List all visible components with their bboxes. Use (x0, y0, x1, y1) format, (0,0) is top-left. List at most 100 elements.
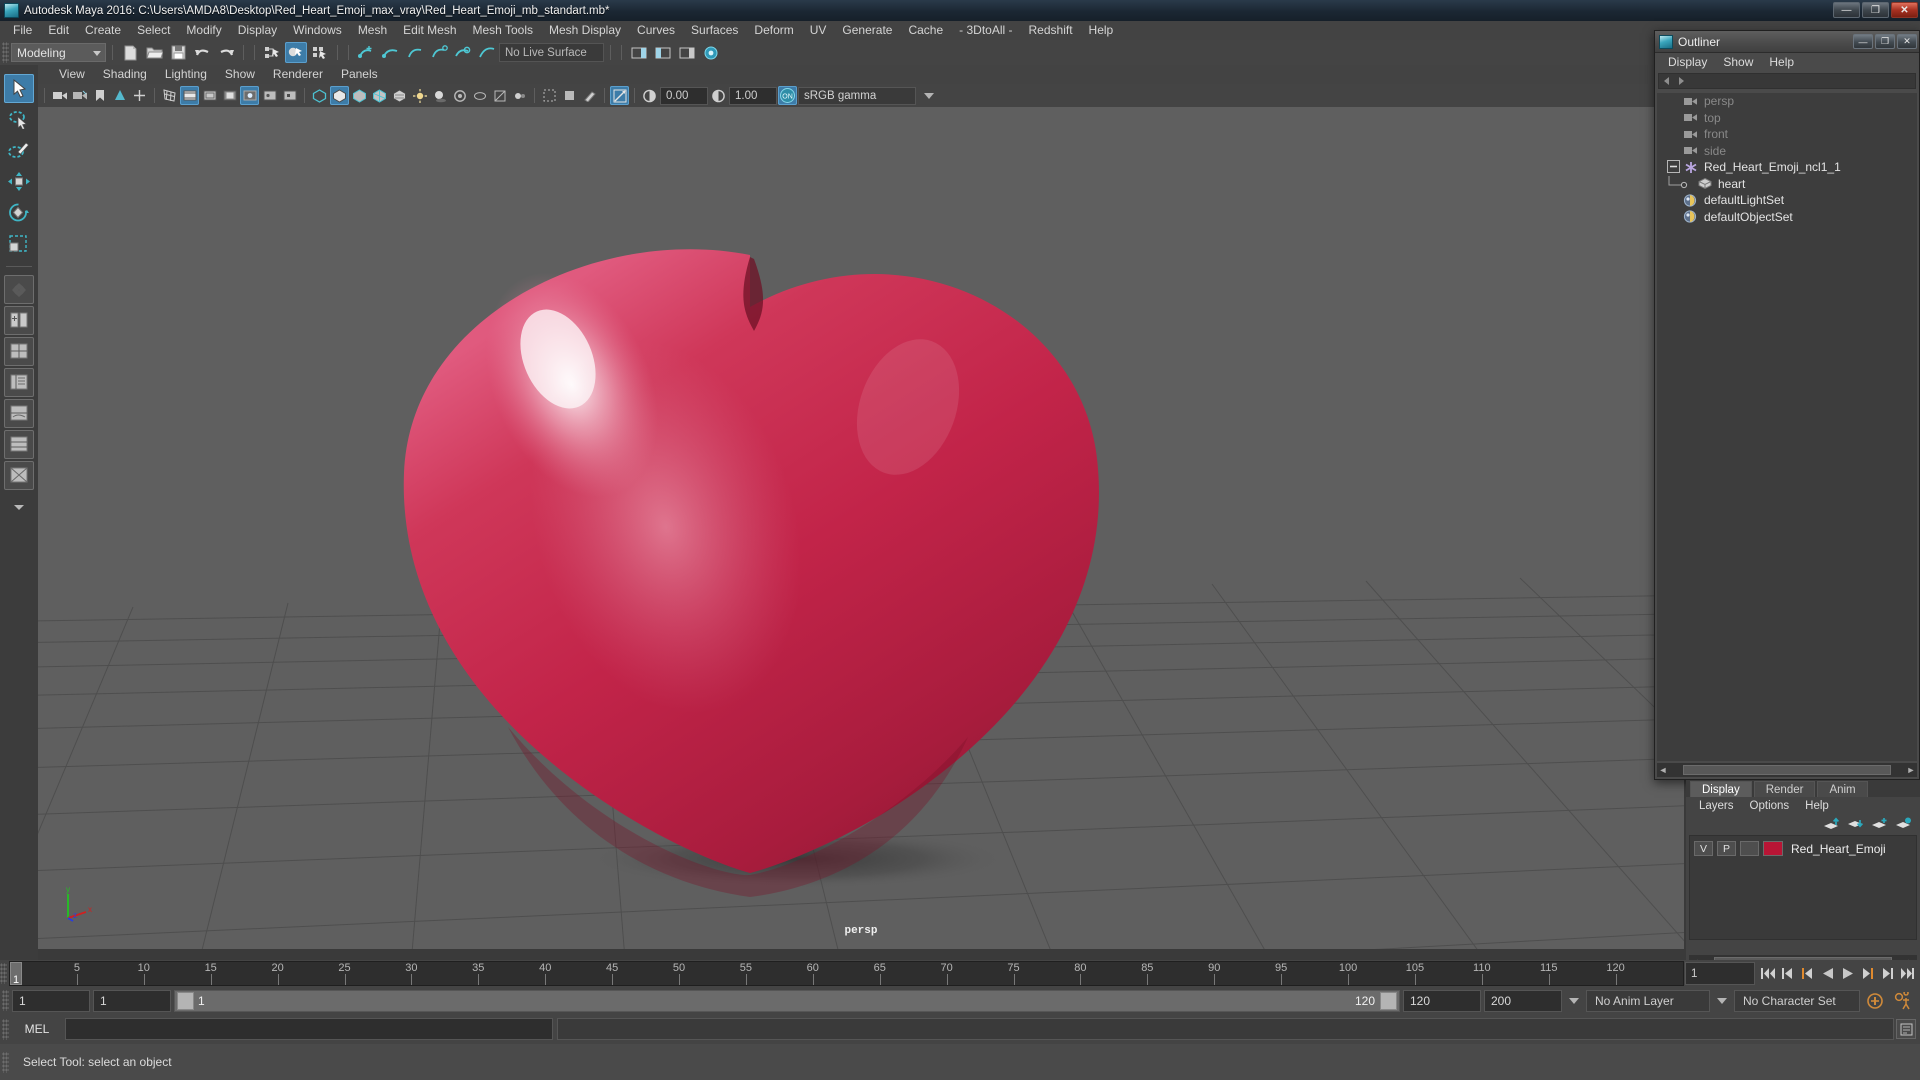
go-to-start-button[interactable] (1759, 964, 1776, 983)
exposure-icon[interactable] (640, 86, 659, 105)
outliner-menu-item-help[interactable]: Help (1761, 53, 1802, 71)
gate-mask-icon[interactable] (220, 86, 239, 105)
snap-to-point-icon[interactable] (403, 42, 425, 63)
layer-menu-item-options[interactable]: Options (1742, 800, 1798, 812)
show-hide-attribute-editor-icon[interactable] (628, 42, 650, 63)
character-set-dropdown-arrow[interactable] (1713, 990, 1731, 1012)
outliner-item-defaultobjectset[interactable]: defaultObjectSet (1657, 209, 1917, 226)
lasso-select-tool[interactable] (4, 105, 34, 134)
rotate-tool[interactable] (4, 198, 34, 227)
auto-keyframe-toggle-icon[interactable] (1863, 991, 1887, 1010)
menuset-selector[interactable]: Modeling (11, 43, 106, 62)
command-output-field[interactable] (557, 1018, 1894, 1040)
color-management-toggle-icon[interactable]: ON (778, 86, 797, 105)
menu-item-3dtoall[interactable]: - 3DtoAll - (951, 21, 1020, 40)
wireframe-on-shaded-icon[interactable] (370, 86, 389, 105)
new-scene-icon[interactable] (119, 42, 141, 63)
layer-menu-item-layers[interactable]: Layers (1691, 800, 1742, 812)
move-tool[interactable] (4, 167, 34, 196)
layer-menu-item-help[interactable]: Help (1797, 800, 1837, 812)
outliner-item-top[interactable]: top (1657, 110, 1917, 127)
script-editor-icon[interactable] (1896, 1019, 1916, 1039)
menu-item-deform[interactable]: Deform (746, 21, 801, 40)
camera-attributes-icon[interactable] (70, 86, 89, 105)
new-layer-from-selected-icon[interactable] (1895, 817, 1912, 831)
outliner-menu-item-show[interactable]: Show (1715, 53, 1761, 71)
command-input-field[interactable] (65, 1018, 553, 1040)
outliner-minimize-button[interactable]: — (1853, 34, 1873, 49)
redo-icon[interactable] (215, 42, 237, 63)
range-start-handle[interactable] (177, 991, 194, 1010)
outliner-maximize-button[interactable]: ❐ (1875, 34, 1895, 49)
play-backwards-button[interactable] (1819, 964, 1836, 983)
xray-toggle-icon[interactable] (240, 86, 259, 105)
animation-preferences-icon[interactable] (1890, 991, 1916, 1010)
layer-editor-tab-display[interactable]: Display (1690, 781, 1752, 797)
single-perspective-layout-icon[interactable] (4, 306, 34, 335)
go-to-end-button[interactable] (1899, 964, 1916, 983)
command-language-label[interactable]: MEL (13, 1022, 61, 1036)
menu-item-uv[interactable]: UV (802, 21, 835, 40)
layer-list[interactable]: V P Red_Heart_Emoji (1689, 835, 1917, 940)
range-bar[interactable]: 1 120 (174, 989, 1400, 1012)
isolate-select-icon[interactable] (540, 86, 559, 105)
layer-editor-tab-anim[interactable]: Anim (1817, 781, 1868, 797)
move-layer-down-icon[interactable] (1847, 817, 1864, 831)
paint-effects-icon[interactable] (580, 86, 599, 105)
menu-item-mesh-display[interactable]: Mesh Display (541, 21, 629, 40)
use-all-lights-icon[interactable] (410, 86, 429, 105)
current-time-indicator[interactable]: 1 (10, 962, 22, 986)
outliner-scroll-thumb[interactable] (1683, 765, 1891, 775)
gamma-field[interactable]: 1.00 (729, 86, 777, 105)
display-selected-icon[interactable] (560, 86, 579, 105)
select-by-hierarchy-icon[interactable] (261, 42, 283, 63)
snap-to-projected-center-icon[interactable] (427, 42, 449, 63)
menu-item-surfaces[interactable]: Surfaces (683, 21, 746, 40)
outliner-tree[interactable]: persp top front side Red_Heart_Emoji_ncl1_1 h… (1657, 93, 1917, 761)
time-slider-grip[interactable] (0, 963, 7, 984)
layer-editor-tab-render[interactable]: Render (1753, 781, 1816, 797)
time-slider-track[interactable]: 1 5 10 15 20 25 30 35 40 45 50 55 60 65 70 75 80 85 90 95 1… (9, 961, 1684, 986)
anim-layer-selector[interactable]: No Anim Layer (1586, 989, 1710, 1012)
select-by-component-icon[interactable] (309, 42, 331, 63)
step-back-key-button[interactable] (1779, 964, 1796, 983)
panel-menu-item-shading[interactable]: Shading (94, 65, 156, 84)
panel-menu-item-view[interactable]: View (50, 65, 94, 84)
outliner-item-side[interactable]: side (1657, 143, 1917, 160)
range-end-handle[interactable] (1380, 991, 1397, 1010)
play-forwards-button[interactable] (1839, 964, 1856, 983)
paint-select-tool[interactable] (4, 136, 34, 165)
select-camera-icon[interactable] (50, 86, 69, 105)
menu-item-windows[interactable]: Windows (285, 21, 350, 40)
live-surface-field[interactable]: No Live Surface (499, 43, 604, 62)
menu-item-select[interactable]: Select (129, 21, 178, 40)
undo-icon[interactable] (191, 42, 213, 63)
layer-visibility-toggle[interactable]: V (1694, 841, 1713, 856)
menu-item-cache[interactable]: Cache (900, 21, 951, 40)
menu-item-help[interactable]: Help (1081, 21, 1122, 40)
grid-toggle-icon[interactable] (160, 86, 179, 105)
scroll-right-arrow-icon[interactable]: ► (1905, 764, 1917, 776)
panel-menu-item-panels[interactable]: Panels (332, 65, 387, 84)
outliner-item-red-heart-emoji-ncl1-1[interactable]: Red_Heart_Emoji_ncl1_1 (1657, 159, 1917, 176)
range-slider-grip[interactable] (2, 990, 9, 1011)
new-layer-icon[interactable] (1871, 817, 1888, 831)
depth-of-field-icon[interactable] (510, 86, 529, 105)
motion-blur-icon[interactable] (470, 86, 489, 105)
outliner-search-bar[interactable] (1658, 73, 1916, 89)
panel-menu-item-show[interactable]: Show (216, 65, 264, 84)
character-set-selector[interactable]: No Character Set (1734, 989, 1860, 1012)
menu-item-display[interactable]: Display (230, 21, 285, 40)
animation-end-time-field[interactable]: 200 (1484, 989, 1562, 1012)
multisample-aa-icon[interactable] (490, 86, 509, 105)
layer-type-toggle[interactable] (1740, 841, 1759, 856)
more-layouts-icon[interactable] (4, 492, 34, 521)
outliner-item-persp[interactable]: persp (1657, 93, 1917, 110)
help-line-grip[interactable] (2, 1051, 9, 1073)
four-view-layout-icon[interactable] (4, 337, 34, 366)
shadows-icon[interactable] (430, 86, 449, 105)
scale-tool[interactable] (4, 229, 34, 258)
xray-active-components-icon[interactable] (280, 86, 299, 105)
outliner-item-front[interactable]: front (1657, 126, 1917, 143)
current-frame-field[interactable]: 1 (1685, 962, 1755, 985)
